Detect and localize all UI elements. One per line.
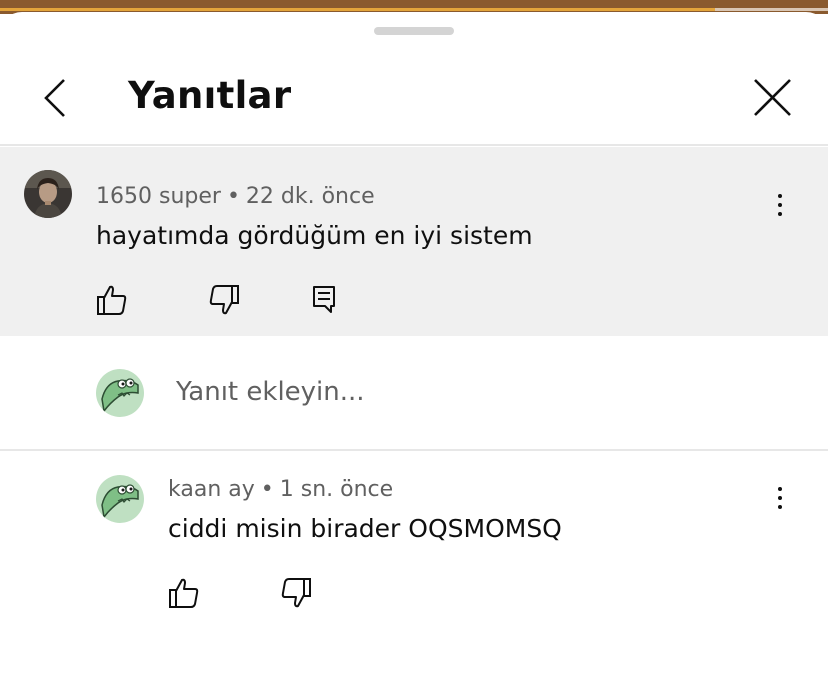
- close-button[interactable]: [748, 76, 796, 120]
- meta-separator: •: [260, 477, 274, 502]
- reply-button[interactable]: [309, 282, 343, 316]
- page-title: Yanıtlar: [128, 74, 292, 117]
- comment-meta: 1650 super • 22 dk. önce: [96, 184, 375, 209]
- meta-separator: •: [226, 184, 240, 209]
- avatar[interactable]: [96, 475, 144, 523]
- reply-author[interactable]: kaan ay: [168, 477, 255, 502]
- close-icon: [754, 79, 791, 116]
- dot-icon: [778, 212, 782, 216]
- thumbs-up-icon: [169, 578, 199, 608]
- comment-timestamp: 22 dk. önce: [245, 184, 375, 209]
- dot-icon: [778, 496, 782, 500]
- dislike-button[interactable]: [279, 576, 313, 610]
- thumbs-down-icon: [281, 578, 311, 608]
- replies-sheet: Yanıtlar 1650 super • 22 dk. önce hayatımd…: [0, 12, 828, 686]
- dot-icon: [778, 194, 782, 198]
- header-divider: [0, 144, 828, 146]
- dot-icon: [778, 487, 782, 491]
- current-user-avatar[interactable]: [96, 369, 144, 417]
- crocodile-avatar-image: [96, 369, 144, 417]
- dislike-button[interactable]: [207, 283, 241, 317]
- reply-divider: [0, 449, 828, 451]
- reply-timestamp: 1 sn. önce: [279, 477, 394, 502]
- chevron-left-icon: [44, 79, 65, 117]
- user-photo-avatar-image: [24, 170, 72, 218]
- comment-text: hayatımda gördüğüm en iyi sistem: [96, 221, 533, 250]
- background-stripe-end: [715, 8, 828, 11]
- thumbs-down-icon: [209, 285, 239, 315]
- dot-icon: [778, 505, 782, 509]
- back-button[interactable]: [34, 76, 78, 120]
- more-options-button[interactable]: [770, 189, 790, 225]
- more-options-button[interactable]: [770, 482, 790, 518]
- parent-comment: 1650 super • 22 dk. önce hayatımda gördüğü…: [0, 147, 828, 336]
- like-button[interactable]: [167, 576, 201, 610]
- crocodile-avatar-image: [96, 475, 144, 523]
- reply-meta: kaan ay • 1 sn. önce: [168, 477, 393, 502]
- reply-text: ciddi misin birader OQSMOMSQ: [168, 514, 562, 543]
- comment-icon: [313, 286, 335, 313]
- avatar[interactable]: [24, 170, 72, 218]
- background-stripe: [0, 8, 828, 11]
- reply-input[interactable]: Yanıt ekleyin...: [176, 377, 365, 407]
- comment-author[interactable]: 1650 super: [96, 184, 221, 209]
- sheet-grabber-handle[interactable]: [374, 27, 454, 35]
- dot-icon: [778, 203, 782, 207]
- like-button[interactable]: [95, 283, 129, 317]
- thumbs-up-icon: [97, 285, 127, 315]
